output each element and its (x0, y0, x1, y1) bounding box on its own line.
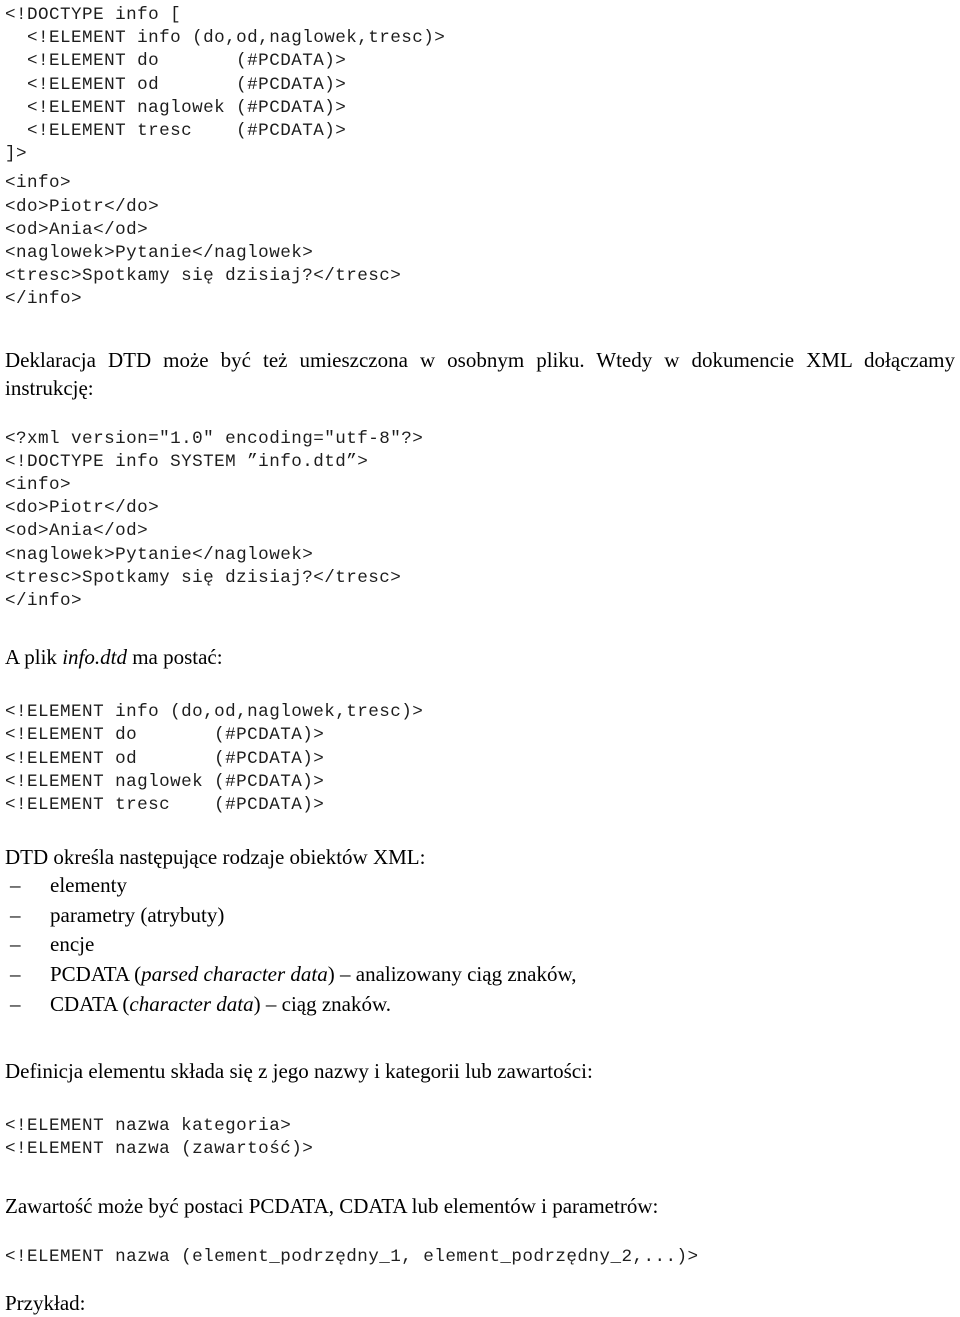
dtd-object-list: – elementy – parametry (atrybuty) – encje –… (5, 871, 955, 1019)
list-item: – elementy (5, 871, 955, 901)
code-block-element-syntax: <!ELEMENT nazwa kategoria> <!ELEMENT naz… (5, 1116, 314, 1160)
code-block-xml-instance: <info> <do>Piotr</do> <od>Ania</od> <nag… (5, 173, 402, 310)
list-item-text-before: CDATA ( (50, 991, 130, 1016)
list-item-text-before: parametry (atrybuty) (50, 902, 225, 927)
paragraph-info-dtd-file: A plik info.dtd ma postać: (5, 643, 955, 671)
code-block-xml-instance-external: <info> <do>Piotr</do> <od>Ania</od> <nag… (5, 475, 402, 612)
document-page: <!DOCTYPE info [ <!ELEMENT info (do,od,n… (0, 0, 960, 1315)
list-item-text-after: ) – ciąg znaków. (253, 991, 392, 1016)
list-item: – CDATA (character data) – ciąg znaków. (5, 990, 955, 1020)
list-bullet-dash: – (10, 962, 21, 987)
filename-italic: info.dtd (62, 645, 127, 670)
list-item: – PCDATA (parsed character data) – analiz… (5, 960, 955, 990)
page-content: <!DOCTYPE info [ <!ELEMENT info (do,od,n… (5, 4, 955, 1317)
paragraph-text-after: ma postać: (126, 645, 223, 670)
list-item-text-italic: parsed character data (141, 962, 328, 987)
code-block-element-children: <!ELEMENT nazwa (element_podrzędny_1, el… (5, 1246, 699, 1267)
list-bullet-dash: – (10, 902, 21, 927)
paragraph-text-before: A plik (5, 645, 63, 670)
list-item: – parametry (atrybuty) (5, 901, 955, 931)
code-block-internal-dtd: <!DOCTYPE info [ <!ELEMENT info (do,od,n… (5, 5, 446, 165)
code-line-doctype-system: <!DOCTYPE info SYSTEM ”info.dtd”> (5, 451, 369, 472)
paragraph-element-definition: Definicja elementu składa się z jego naz… (5, 1059, 593, 1084)
list-item-text-italic: character data (129, 991, 254, 1016)
list-bullet-dash: – (10, 873, 21, 898)
paragraph-content-kinds: Zawartość może być postaci PCDATA, CDATA… (5, 1193, 659, 1218)
list-item: – encje (5, 930, 955, 960)
list-item-text-before: elementy (50, 873, 127, 898)
list-item-text-before: PCDATA ( (50, 962, 142, 987)
paragraph-dtd-object-kinds: DTD określa następujące rodzaje obiektów… (5, 845, 426, 870)
code-block-dtd-file: <!ELEMENT info (do,od,naglowek,tresc)> <… (5, 702, 424, 816)
list-bullet-dash: – (10, 991, 21, 1016)
code-line-xml-declaration: <?xml version="1.0" encoding="utf-8"?> (5, 428, 424, 449)
list-item-text-before: encje (50, 932, 95, 957)
paragraph-external-dtd: Deklaracja DTD może być też umieszczona … (5, 347, 955, 400)
list-bullet-dash: – (10, 932, 21, 957)
paragraph-example-label: Przykład: (5, 1290, 86, 1315)
list-item-text-after: ) – analizowany ciąg znaków, (327, 962, 577, 987)
